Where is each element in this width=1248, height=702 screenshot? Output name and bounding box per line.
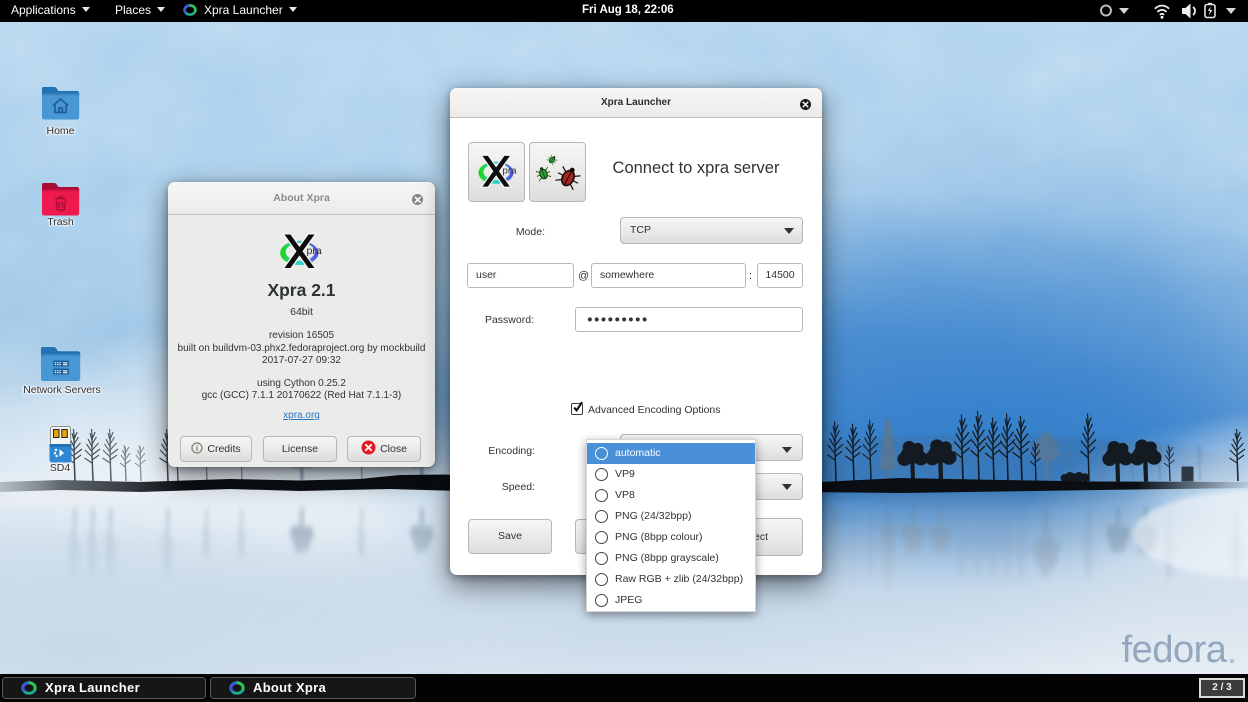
svg-text:fedora: fedora <box>1122 629 1228 671</box>
